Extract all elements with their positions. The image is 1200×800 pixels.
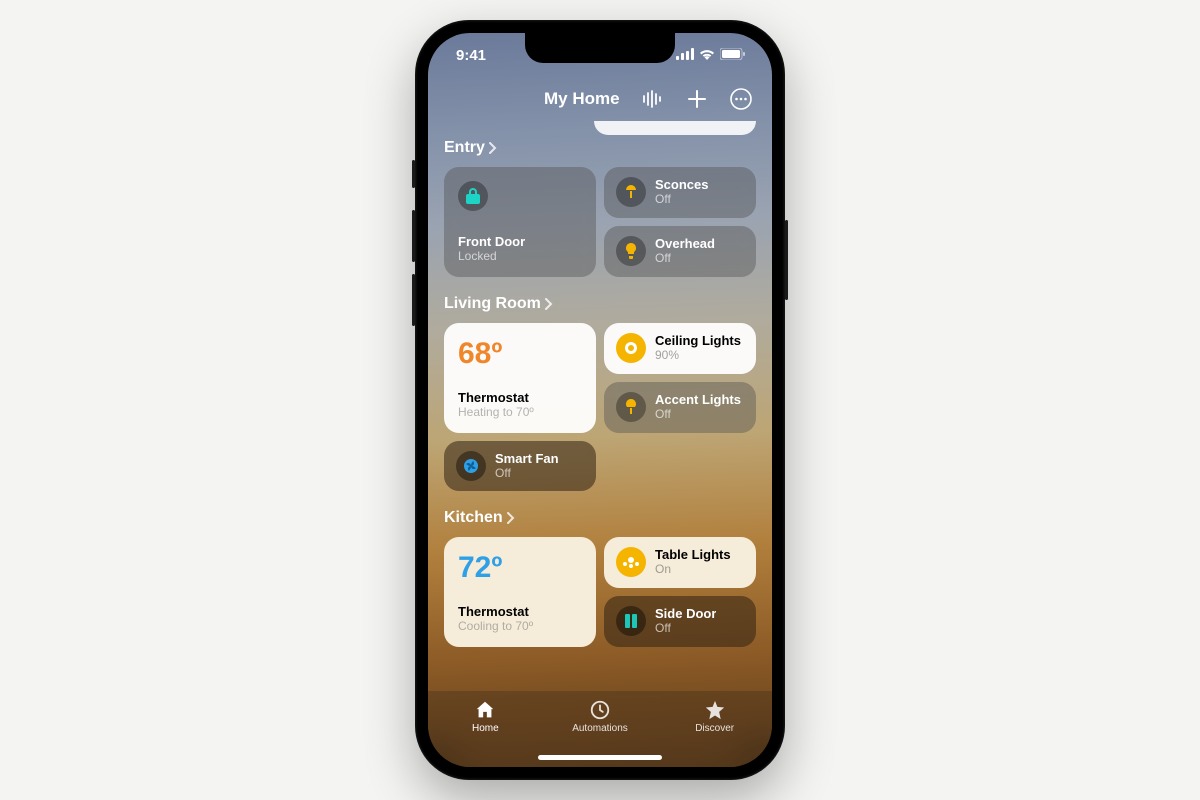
room-kitchen: Kitchen 72º Thermostat Cooling to 70º [444, 509, 756, 647]
tile-accent-lights[interactable]: Accent Lights Off [604, 382, 756, 433]
accessory-status: On [655, 563, 731, 577]
accessory-name: Side Door [655, 607, 716, 622]
accessory-status: Off [655, 622, 716, 636]
accessory-status: Off [495, 467, 559, 481]
room-header-living[interactable]: Living Room [444, 295, 756, 313]
room-label: Kitchen [444, 509, 503, 527]
room-living: Living Room 68º Thermostat Heating to 70… [444, 295, 756, 491]
house-icon [474, 699, 496, 721]
accessory-status: Heating to 70º [458, 405, 582, 419]
wifi-icon [699, 47, 715, 64]
chandelier-icon [616, 547, 646, 577]
tab-label: Automations [572, 723, 628, 734]
notch [525, 33, 675, 63]
accessory-name: Sconces [655, 178, 708, 193]
thermostat-temp: 68º [458, 337, 582, 371]
lamp-icon [616, 392, 646, 422]
chevron-right-icon [489, 142, 497, 154]
accessory-status: Locked [458, 249, 582, 263]
tab-label: Home [472, 723, 499, 734]
phone-frame: 9:41 My Home [415, 20, 785, 780]
door-icon [616, 606, 646, 636]
accessory-status: Cooling to 70º [458, 619, 582, 633]
room-header-kitchen[interactable]: Kitchen [444, 509, 756, 527]
tile-thermostat-living[interactable]: 68º Thermostat Heating to 70º [444, 323, 596, 433]
status-time: 9:41 [456, 47, 486, 64]
accessory-status: 90% [655, 349, 741, 363]
room-header-entry[interactable]: Entry [444, 139, 756, 157]
accessory-status: Off [655, 408, 741, 422]
room-label: Living Room [444, 295, 541, 313]
accessory-name: Front Door [458, 234, 582, 249]
clock-icon [589, 699, 611, 721]
chevron-right-icon [545, 298, 553, 310]
partial-tile[interactable] [594, 121, 756, 135]
lock-icon [458, 181, 488, 211]
tile-side-door[interactable]: Side Door Off [604, 596, 756, 647]
fan-icon [456, 451, 486, 481]
home-indicator[interactable] [538, 755, 662, 760]
tab-label: Discover [695, 723, 734, 734]
page-title: My Home [544, 89, 620, 109]
thermostat-temp: 72º [458, 551, 582, 585]
accessory-status: Off [655, 193, 708, 207]
accessory-name: Thermostat [458, 390, 582, 405]
more-button[interactable] [728, 86, 754, 112]
screen: 9:41 My Home [428, 33, 772, 767]
lightbulb-icon [616, 236, 646, 266]
tab-discover[interactable]: Discover [675, 699, 755, 734]
content: Entry Front Door Locked [428, 121, 772, 691]
cellular-icon [676, 47, 694, 64]
accessory-status: Off [655, 252, 715, 266]
chevron-right-icon [507, 512, 515, 524]
tab-bar: Home Automations Discover [428, 691, 772, 767]
tile-thermostat-kitchen[interactable]: 72º Thermostat Cooling to 70º [444, 537, 596, 647]
tile-front-door[interactable]: Front Door Locked [444, 167, 596, 277]
accessory-name: Table Lights [655, 548, 731, 563]
tab-automations[interactable]: Automations [560, 699, 640, 734]
room-label: Entry [444, 139, 485, 157]
add-button[interactable] [684, 86, 710, 112]
accessory-name: Overhead [655, 237, 715, 252]
accessory-name: Thermostat [458, 604, 582, 619]
accessory-name: Smart Fan [495, 452, 559, 467]
tile-table-lights[interactable]: Table Lights On [604, 537, 756, 588]
tab-home[interactable]: Home [445, 699, 525, 734]
accessory-name: Ceiling Lights [655, 334, 741, 349]
nav-bar: My Home [428, 77, 772, 121]
tile-ceiling-lights[interactable]: Ceiling Lights 90% [604, 323, 756, 374]
tile-overhead[interactable]: Overhead Off [604, 226, 756, 277]
tile-sconces[interactable]: Sconces Off [604, 167, 756, 218]
accessory-name: Accent Lights [655, 393, 741, 408]
ceiling-light-icon [616, 333, 646, 363]
star-icon [704, 699, 726, 721]
tile-smart-fan[interactable]: Smart Fan Off [444, 441, 596, 491]
room-entry: Entry Front Door Locked [444, 139, 756, 277]
intercom-button[interactable] [640, 86, 666, 112]
sconce-icon [616, 177, 646, 207]
battery-icon [720, 47, 746, 64]
